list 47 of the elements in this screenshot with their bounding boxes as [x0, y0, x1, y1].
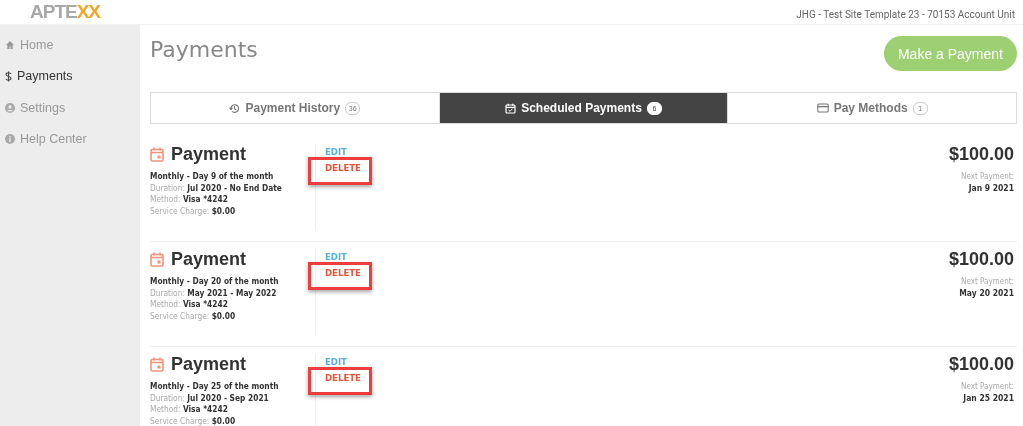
payment-title: Payment [171, 249, 247, 270]
sidebar-item[interactable]: Home [0, 29, 140, 61]
edit-link[interactable]: EDIT [325, 354, 347, 368]
delete-link[interactable]: DELETE [325, 263, 361, 278]
logo: APTEXX [30, 2, 101, 21]
payment-amount: $100.00 [947, 354, 1014, 375]
service-charge-text: Service Charge: $0.00 [150, 415, 237, 426]
next-payment-date: Jan 9 2021 [967, 183, 1014, 193]
credit-card-icon [816, 103, 829, 113]
method-text: Method: Visa *4242 [150, 404, 229, 416]
sidebar-item[interactable]: Help Center [0, 123, 140, 155]
delete-link[interactable]: DELETE [325, 368, 361, 383]
schedule-frequency: Monthly - Day 20 of the month [150, 276, 280, 288]
service-charge-text: Service Charge: $0.00 [150, 205, 237, 217]
sidebar-item[interactable]: Settings [0, 92, 140, 124]
sidebar-item[interactable]: Payments [0, 60, 140, 92]
page-title: Payments [150, 37, 258, 64]
next-payment-label: Next Payment: [960, 382, 1014, 391]
next-payment-label: Next Payment: [960, 277, 1014, 286]
history-icon [229, 102, 241, 114]
delete-link[interactable]: DELETE [325, 158, 361, 173]
next-payment-label: Next Payment: [960, 172, 1014, 181]
method-text: Method: Visa *4242 [150, 299, 229, 311]
calendar-icon [150, 147, 164, 162]
payment-title: Payment [171, 354, 247, 375]
service-charge-text: Service Charge: $0.00 [150, 310, 237, 322]
duration-text: Duration: Jul 2020 - Sep 2021 [150, 392, 270, 404]
method-text: Method: Visa *4242 [150, 194, 229, 206]
payment-amount: $100.00 [947, 144, 1014, 165]
edit-link[interactable]: EDIT [325, 249, 347, 263]
schedule-frequency: Monthly - Day 9 of the month [150, 171, 275, 183]
duration-text: Duration: May 2021 - May 2022 [150, 287, 278, 299]
user-icon [5, 102, 15, 113]
dollar-icon [5, 70, 12, 82]
edit-link[interactable]: EDIT [325, 144, 347, 158]
next-payment-date: May 20 2021 [958, 288, 1014, 298]
calendar-icon [505, 102, 517, 114]
next-payment-date: Jan 25 2021 [961, 393, 1014, 403]
payment-title: Payment [171, 144, 247, 165]
duration-text: Duration: Jul 2020 - No End Date [150, 182, 283, 194]
account-name: JHG - Test Site Template 23 - 70153 Account Unit [796, 9, 1015, 20]
payment-amount: $100.00 [947, 249, 1014, 270]
info-icon [5, 134, 15, 145]
calendar-icon [150, 357, 164, 372]
schedule-frequency: Monthly - Day 25 of the month [150, 381, 280, 393]
calendar-icon [150, 252, 164, 267]
home-icon [5, 39, 15, 50]
